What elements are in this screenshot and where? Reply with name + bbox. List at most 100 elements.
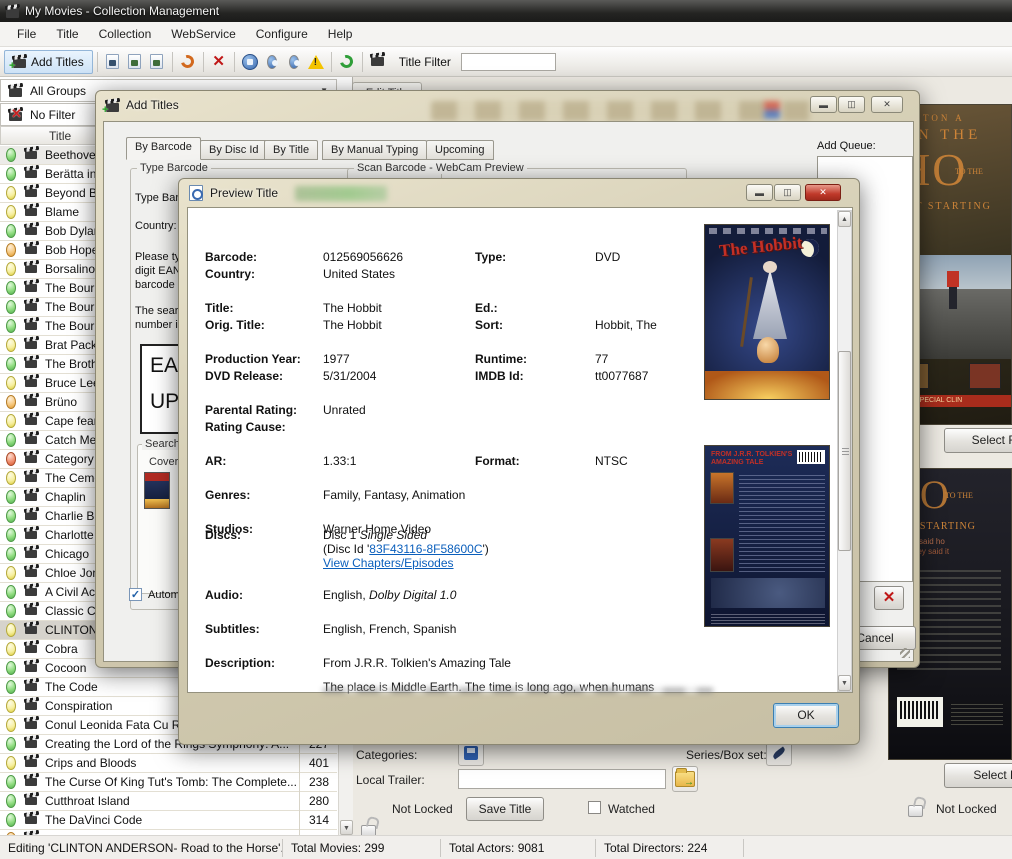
browse-trailer-button[interactable] <box>672 766 698 792</box>
local-trailer-input[interactable] <box>458 769 666 789</box>
minimize-button[interactable]: ▬ <box>810 96 837 113</box>
description-line1: From J.R.R. Tolkien's Amazing Tale <box>323 656 511 670</box>
status-dot-green <box>6 547 16 561</box>
add-titles-button[interactable]: Add Titles <box>4 50 93 74</box>
status-dot-green <box>6 281 16 295</box>
list-item-title: The DaVinci Code <box>45 813 299 827</box>
close-button[interactable]: ✕ <box>871 96 903 113</box>
field-label: Production Year: <box>205 352 301 366</box>
tab-by-barcode[interactable]: By Barcode <box>126 137 201 160</box>
preview-scroll-down-icon[interactable]: ▼ <box>838 675 851 691</box>
ok-button[interactable]: OK <box>773 703 839 728</box>
list-item[interactable]: Cutthroat Island280 <box>0 792 337 811</box>
field-label: Ed.: <box>475 301 498 315</box>
status-dot-green <box>6 680 16 694</box>
select-back-button[interactable]: Select Ba <box>944 763 1012 788</box>
menu-help[interactable]: Help <box>319 24 362 44</box>
hobbit-front-cover: The Hobbit <box>704 224 830 400</box>
list-item[interactable]: The DaVinci Code314 <box>0 811 337 830</box>
toolbar: Add Titles ✕ Title Filter <box>0 47 1012 77</box>
remove-icon: ✕ <box>883 589 896 606</box>
movie-icon <box>25 721 37 729</box>
warning-icon[interactable] <box>306 52 326 72</box>
menu-configure[interactable]: Configure <box>247 24 317 44</box>
field-label: Format: <box>475 454 520 468</box>
movie-icon <box>25 341 37 349</box>
toolbar-separator <box>362 52 363 72</box>
discs-line2: (Disc Id '83F43116-8F58600C') <box>323 542 489 556</box>
preview-minimize-button[interactable]: ▬ <box>746 184 773 201</box>
refresh-icon[interactable] <box>337 52 357 72</box>
title-filter-input[interactable] <box>461 53 556 71</box>
preview-body: Barcode:012569056626Type:DVDCountry:Unit… <box>187 207 853 693</box>
update-title-disc-icon[interactable] <box>240 52 260 72</box>
movie-icon <box>25 303 37 311</box>
movie-icon <box>25 208 37 216</box>
update-disc-icon[interactable] <box>284 52 304 72</box>
status-dot-green <box>6 737 16 751</box>
auto-add-checkbox[interactable]: ✓ <box>129 588 142 601</box>
list-item-title: The Curse Of King Tut's Tomb: The Comple… <box>45 775 299 789</box>
tab-by-manual-typing[interactable]: By Manual Typing <box>322 140 427 160</box>
movie-icon <box>25 246 37 254</box>
select-front-button[interactable]: Select Fro <box>944 428 1012 453</box>
remove-queue-button[interactable]: ✕ <box>874 586 904 610</box>
toolbar-separator <box>331 52 332 72</box>
scan-group-label: Scan Barcode - WebCam Preview <box>354 162 527 174</box>
movie-icon <box>25 512 37 520</box>
menu-title[interactable]: Title <box>47 24 87 44</box>
result-cover-thumbnail[interactable] <box>144 472 170 509</box>
view-chapters-link[interactable]: View Chapters/Episodes <box>323 556 454 570</box>
sync-orange-icon[interactable] <box>178 52 198 72</box>
tab-by-title[interactable]: By Title <box>264 140 318 160</box>
field-value: The Hobbit <box>323 301 382 315</box>
field-value: 77 <box>595 352 608 366</box>
add-title-page-icon[interactable] <box>125 52 145 72</box>
status-segment-2: Total Actors: 9081 <box>441 839 596 857</box>
status-segment-0: Editing 'CLINTON ANDERSON- Road to the H… <box>0 839 283 857</box>
preview-maximize-button[interactable]: ◫ <box>774 184 801 201</box>
field-label: AR: <box>205 454 226 468</box>
discs-line1: Disc 1 Single Sided <box>323 528 427 542</box>
movie-icon <box>25 265 37 273</box>
add-person-icon[interactable] <box>103 52 123 72</box>
scroll-down-icon[interactable]: ▼ <box>340 820 353 835</box>
filter-label: No Filter <box>30 108 75 122</box>
tab-upcoming[interactable]: Upcoming <box>426 140 494 160</box>
delete-title-icon[interactable]: ✕ <box>209 52 229 72</box>
scroll-up-icon[interactable]: ▲ <box>838 211 851 227</box>
disc-id-link[interactable]: 83F43116-8F58600C <box>369 542 482 556</box>
lock-icon[interactable] <box>905 796 927 818</box>
update-person-disc-icon[interactable] <box>262 52 282 72</box>
edit-title-icon[interactable] <box>368 52 388 72</box>
watched-checkbox[interactable] <box>588 801 601 814</box>
maximize-button[interactable]: ◫ <box>838 96 865 113</box>
menu-collection[interactable]: Collection <box>90 24 161 44</box>
tab-by-disc-id[interactable]: By Disc Id <box>200 140 268 160</box>
preview-scrollbar[interactable]: ▲ ▼ <box>837 210 852 692</box>
movie-icon <box>25 778 37 786</box>
movie-icon <box>25 493 37 501</box>
movie-icon <box>25 284 37 292</box>
status-dot-green <box>6 224 16 238</box>
list-item-number: 238 <box>299 773 337 792</box>
add-dialog-tabs: By BarcodeBy Disc IdBy TitleBy Manual Ty… <box>126 140 646 163</box>
list-item[interactable]: Crips and Bloods401 <box>0 754 337 773</box>
scrollbar-thumb[interactable] <box>838 351 851 551</box>
menu-webservice[interactable]: WebService <box>162 24 244 44</box>
preview-close-button[interactable]: ✕ <box>805 184 841 201</box>
status-segment-1: Total Movies: 299 <box>283 839 441 857</box>
list-item-title: Crips and Bloods <box>45 756 299 770</box>
groups-icon <box>9 88 22 97</box>
field-label: Sort: <box>475 318 503 332</box>
save-title-button[interactable]: Save Title <box>466 797 544 821</box>
movie-icon <box>25 189 37 197</box>
field-label: Title: <box>205 301 233 315</box>
list-item[interactable]: The Curse Of King Tut's Tomb: The Comple… <box>0 773 337 792</box>
resize-grip[interactable] <box>900 648 910 658</box>
list-item-number: 401 <box>299 754 337 773</box>
save-title-page-icon[interactable] <box>147 52 167 72</box>
movie-icon <box>25 569 37 577</box>
movie-icon <box>25 227 37 235</box>
menu-file[interactable]: File <box>8 24 45 44</box>
